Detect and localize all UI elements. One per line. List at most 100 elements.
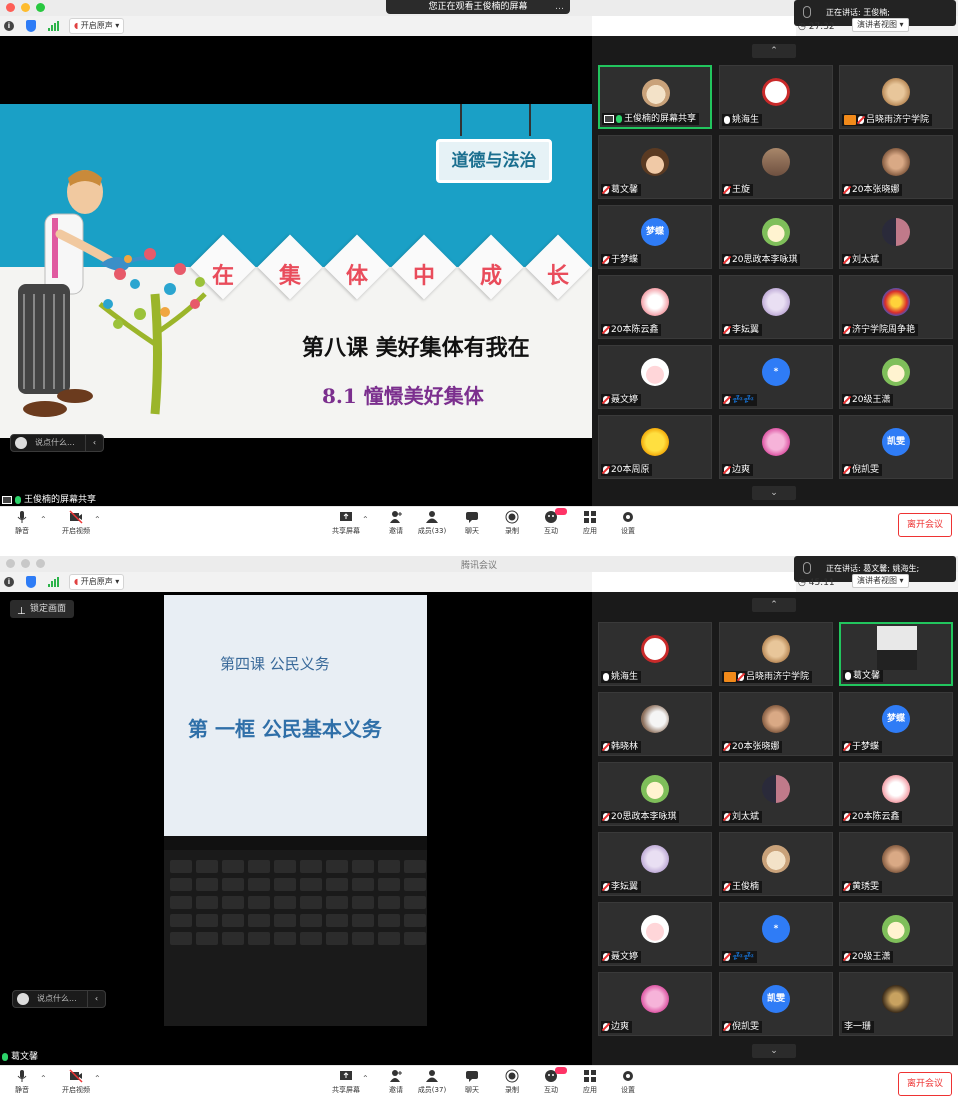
participant-tile[interactable]: 王旋: [719, 135, 833, 199]
original-sound-button[interactable]: ◖ 开启原声 ▾: [69, 18, 125, 34]
interact-button[interactable]: 互动: [533, 1067, 569, 1095]
participant-name-label: 葛文馨: [601, 184, 642, 196]
gear-icon: [610, 1069, 646, 1083]
share-options-caret[interactable]: ⌃: [362, 515, 369, 524]
participant-tile[interactable]: 姚海生: [598, 622, 712, 686]
participant-tile[interactable]: 姚海生: [719, 65, 833, 129]
view-mode-button[interactable]: 演讲者视图 ▾: [852, 574, 909, 588]
share-screen-button[interactable]: 共享屏幕: [328, 510, 364, 536]
participant-name-label: 20本周原: [601, 464, 653, 476]
meeting-toolbar: 静音 开启视频 共享屏幕 邀请 成员(33) 聊天 录制 互动 应用 设置 ⌃ ⌃ ⌃ 离开会议: [0, 506, 958, 541]
participant-tile[interactable]: 梦蝶 于梦蝶: [839, 692, 953, 756]
participant-tile[interactable]: 20思政本李咏琪: [719, 205, 833, 269]
shield-icon[interactable]: [26, 20, 36, 32]
info-icon[interactable]: i: [4, 577, 14, 587]
apps-button[interactable]: 应用: [572, 1069, 608, 1095]
mute-button[interactable]: 静音: [4, 1069, 40, 1095]
participant-name: 刘太斌: [732, 812, 760, 822]
comment-placeholder: 说点什么...: [37, 994, 77, 1003]
participant-tile[interactable]: 边爽: [598, 972, 712, 1036]
participant-tile[interactable]: * 💤💤: [719, 345, 833, 409]
shield-icon[interactable]: [26, 576, 36, 588]
chevron-left-icon[interactable]: ‹: [85, 435, 103, 451]
participant-tile[interactable]: 20本周原: [598, 415, 712, 479]
comment-box[interactable]: 说点什么... ‹: [12, 990, 106, 1008]
participant-tile[interactable]: 葛文馨: [839, 622, 953, 686]
meeting-info-bar: i ◖ 开启原声 ▾: [0, 16, 592, 36]
participant-tile[interactable]: 20思政本李咏琪: [598, 762, 712, 826]
share-screen-button[interactable]: 共享屏幕: [328, 1069, 364, 1095]
record-button[interactable]: 录制: [494, 1069, 530, 1095]
participant-tile[interactable]: 韩晓林: [598, 692, 712, 756]
gallery-down-button[interactable]: ⌄: [752, 486, 796, 500]
participant-tile[interactable]: 刘太斌: [839, 205, 953, 269]
participant-tile[interactable]: 凯雯 倪凯雯: [719, 972, 833, 1036]
participants-button[interactable]: 成员(37): [414, 1069, 450, 1095]
invite-button[interactable]: 邀请: [378, 510, 414, 536]
participant-tile[interactable]: 刘太斌: [719, 762, 833, 826]
lock-view-button[interactable]: ⊥ 锁定画面: [10, 600, 75, 618]
participant-tile[interactable]: 济宁学院周争艳: [839, 275, 953, 339]
settings-button[interactable]: 设置: [610, 510, 646, 536]
participant-tile[interactable]: 20本陈云鑫: [839, 762, 953, 826]
mute-options-caret[interactable]: ⌃: [40, 1074, 47, 1083]
chevron-left-icon[interactable]: ‹: [87, 991, 105, 1007]
banner-options-icon[interactable]: …: [555, 0, 564, 14]
settings-button[interactable]: 设置: [610, 1069, 646, 1095]
chat-button[interactable]: 聊天: [454, 510, 490, 536]
participant-tile[interactable]: 聂文婷: [598, 902, 712, 966]
zoom-window-button[interactable]: [36, 3, 45, 12]
participant-tile[interactable]: 李妘翼: [598, 832, 712, 896]
gallery-up-button[interactable]: ⌃: [752, 44, 796, 58]
participant-tile[interactable]: 黄琇雯: [839, 832, 953, 896]
video-button[interactable]: 开启视频: [58, 510, 94, 536]
minimize-window-button[interactable]: [21, 3, 30, 12]
video-options-caret[interactable]: ⌃: [94, 515, 101, 524]
participant-tile[interactable]: 边爽: [719, 415, 833, 479]
participant-tile[interactable]: 李妘翼: [719, 275, 833, 339]
comment-box[interactable]: 说点什么... ‹: [10, 434, 104, 452]
participant-tile[interactable]: 20本张晓娜: [839, 135, 953, 199]
participants-button[interactable]: 成员(33): [414, 510, 450, 536]
participant-tile[interactable]: 李一珊: [839, 972, 953, 1036]
participant-tile[interactable]: 20级王潇: [839, 902, 953, 966]
signal-icon[interactable]: [48, 21, 59, 31]
emoji-icon[interactable]: [17, 993, 29, 1005]
participant-tile[interactable]: 20本陈云鑫: [598, 275, 712, 339]
leave-meeting-button[interactable]: 离开会议: [898, 513, 952, 537]
apps-button[interactable]: 应用: [572, 510, 608, 536]
mic-muted-icon: [603, 743, 609, 751]
video-button-label: 开启视频: [62, 1086, 90, 1094]
participant-tile[interactable]: 吕晓雨济宁学院: [839, 65, 953, 129]
leave-meeting-button[interactable]: 离开会议: [898, 1072, 952, 1096]
gallery-up-button[interactable]: ⌃: [752, 598, 796, 612]
video-options-caret[interactable]: ⌃: [94, 1074, 101, 1083]
video-button[interactable]: 开启视频: [58, 1069, 94, 1095]
view-mode-button[interactable]: 演讲者视图 ▾: [852, 18, 909, 32]
share-options-caret[interactable]: ⌃: [362, 1074, 369, 1083]
info-icon[interactable]: i: [4, 21, 14, 31]
participant-tile[interactable]: 20本张晓娜: [719, 692, 833, 756]
chat-button[interactable]: 聊天: [454, 1069, 490, 1095]
mute-options-caret[interactable]: ⌃: [40, 515, 47, 524]
participant-tile[interactable]: 聂文婷: [598, 345, 712, 409]
participant-tile[interactable]: 凯雯 倪凯雯: [839, 415, 953, 479]
close-window-button[interactable]: [6, 3, 15, 12]
record-button[interactable]: 录制: [494, 510, 530, 536]
participant-tile[interactable]: 20级王潇: [839, 345, 953, 409]
invite-button[interactable]: 邀请: [378, 1069, 414, 1095]
participant-tile[interactable]: 王俊楠: [719, 832, 833, 896]
original-sound-button[interactable]: ◖ 开启原声 ▾: [69, 574, 125, 590]
mute-button[interactable]: 静音: [4, 510, 40, 536]
signal-icon[interactable]: [48, 577, 59, 587]
gallery-down-button[interactable]: ⌄: [752, 1044, 796, 1058]
meeting-timer: ◷ 45:11: [798, 578, 835, 588]
participant-tile[interactable]: * 💤💤: [719, 902, 833, 966]
participant-tile[interactable]: 葛文馨: [598, 135, 712, 199]
participant-tile[interactable]: 梦蝶 于梦蝶: [598, 205, 712, 269]
interact-button[interactable]: 互动: [533, 508, 569, 536]
emoji-icon[interactable]: [15, 437, 27, 449]
participant-avatar: [641, 358, 669, 386]
participant-tile[interactable]: 王俊楠的屏幕共享: [598, 65, 712, 129]
participant-tile[interactable]: 吕晓雨济宁学院: [719, 622, 833, 686]
